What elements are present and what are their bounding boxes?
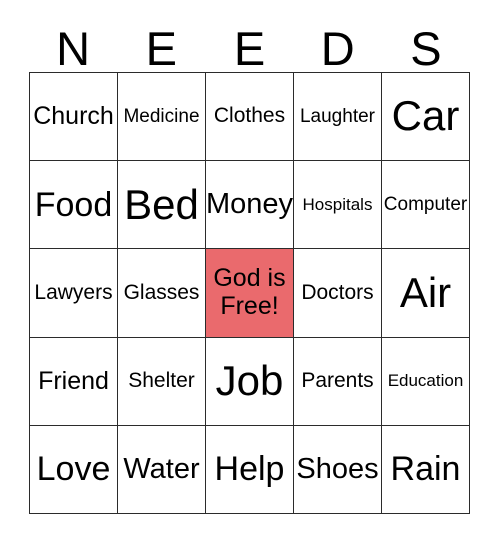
header-letter-4: D: [320, 22, 355, 75]
bingo-free-space-label: God is Free!: [213, 264, 286, 320]
bingo-cell[interactable]: Water: [118, 425, 206, 514]
bingo-cell-label: Church: [33, 102, 114, 131]
bingo-cell[interactable]: Doctors: [294, 249, 382, 338]
bingo-cell-label: Education: [387, 371, 464, 391]
bingo-cell-label: Love: [36, 450, 111, 489]
bingo-cell-label: Lawyers: [34, 280, 113, 304]
bingo-free-space-cell[interactable]: God is Free!: [206, 249, 294, 338]
bingo-cell-label: Job: [215, 356, 284, 404]
bingo-cell[interactable]: Bed: [118, 161, 206, 250]
bingo-cell-label: Parents: [301, 369, 374, 393]
bingo-cell-label: Clothes: [213, 104, 286, 128]
bingo-cell[interactable]: Food: [30, 161, 118, 250]
header-letter-5: S: [410, 22, 442, 75]
bingo-cell-label: Laughter: [299, 105, 375, 127]
bingo-cell[interactable]: Church: [30, 73, 118, 162]
header-letter-1: N: [56, 22, 91, 75]
bingo-cell[interactable]: Clothes: [206, 73, 294, 162]
bingo-cell-label: Shoes: [296, 453, 379, 486]
bingo-cell[interactable]: Shelter: [118, 337, 206, 426]
bingo-cell-label: Bed: [124, 180, 199, 228]
bingo-cell[interactable]: Help: [206, 425, 294, 514]
bingo-cell[interactable]: Car: [382, 73, 470, 162]
bingo-cell-label: Friend: [38, 366, 109, 395]
bingo-cell-label: Food: [34, 185, 113, 224]
bingo-cell-label: Rain: [390, 450, 461, 489]
bingo-cell-label: Doctors: [301, 280, 374, 304]
bingo-cell[interactable]: Rain: [382, 425, 470, 514]
bingo-cell[interactable]: Computer: [382, 161, 470, 250]
bingo-cell[interactable]: Parents: [294, 337, 382, 426]
bingo-cell[interactable]: Money: [206, 161, 294, 250]
bingo-cell[interactable]: Lawyers: [30, 249, 118, 338]
bingo-cell[interactable]: Medicine: [118, 73, 206, 162]
bingo-cell-label: Shelter: [128, 369, 195, 393]
bingo-cell[interactable]: Air: [382, 249, 470, 338]
bingo-cell-label: Hospitals: [302, 194, 373, 214]
bingo-cell[interactable]: Laughter: [294, 73, 382, 162]
bingo-cell-label: Medicine: [123, 105, 200, 127]
bingo-cell[interactable]: Hospitals: [294, 161, 382, 250]
bingo-cell-label: Help: [214, 450, 285, 489]
bingo-cell[interactable]: Shoes: [294, 425, 382, 514]
bingo-cell-label: Computer: [383, 193, 468, 215]
bingo-cell[interactable]: Glasses: [118, 249, 206, 338]
bingo-grid: Church Medicine Clothes Laughter Car Foo…: [29, 72, 470, 514]
bingo-cell-label: Water: [123, 453, 200, 486]
bingo-cell-label: Car: [391, 92, 460, 140]
bingo-card: N E E D S Church Medicine Clothes Laught…: [0, 0, 500, 544]
bingo-cell-label: Air: [399, 268, 452, 316]
bingo-cell[interactable]: Job: [206, 337, 294, 426]
bingo-header-row: N E E D S: [29, 16, 470, 72]
bingo-cell[interactable]: Friend: [30, 337, 118, 426]
header-letter-2: E: [145, 22, 177, 75]
bingo-cell-label: Glasses: [123, 280, 200, 304]
bingo-cell-label: Money: [206, 188, 294, 221]
bingo-cell[interactable]: Love: [30, 425, 118, 514]
header-letter-3: E: [233, 22, 266, 75]
bingo-cell[interactable]: Education: [382, 337, 470, 426]
